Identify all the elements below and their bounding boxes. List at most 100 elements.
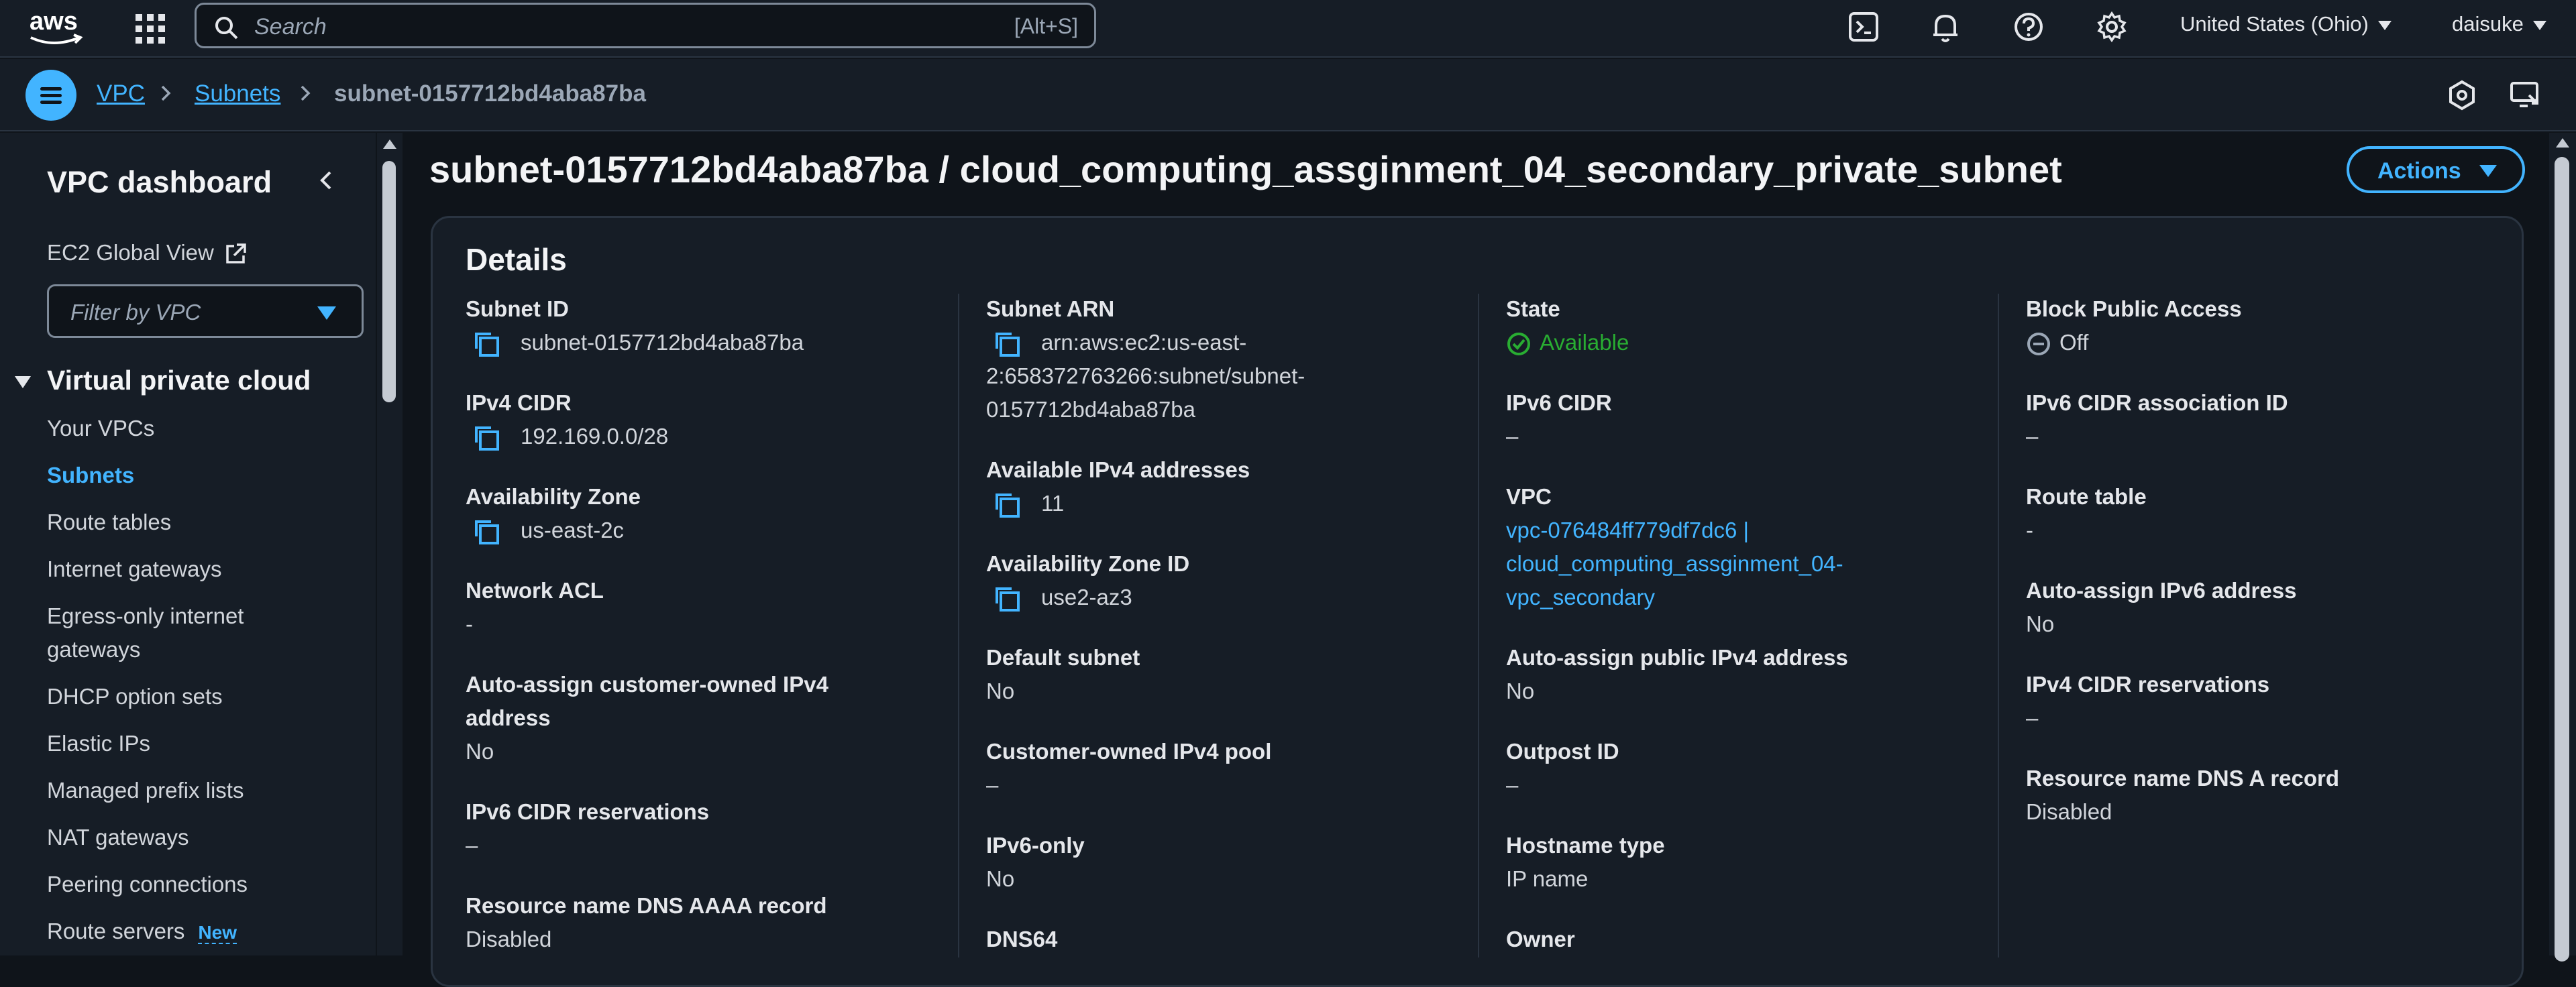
field-label: DNS64 bbox=[986, 927, 1058, 951]
bell-icon[interactable] bbox=[1928, 9, 1963, 44]
field-owner: Owner bbox=[1506, 923, 1989, 956]
scroll-up-arrow-icon[interactable] bbox=[2556, 138, 2569, 148]
section-label: Virtual private cloud bbox=[47, 365, 311, 396]
field-label: Default subnet bbox=[986, 645, 1140, 670]
field-value: IP name bbox=[1506, 866, 1589, 891]
chevron-left-icon[interactable] bbox=[315, 169, 338, 192]
copy-icon[interactable] bbox=[471, 516, 502, 547]
field-value: us-east-2c bbox=[521, 518, 625, 542]
screen-share-icon[interactable] bbox=[2508, 78, 2542, 113]
ec2-global-view-link[interactable]: EC2 Global View bbox=[47, 240, 248, 266]
field-value: 11 bbox=[1041, 491, 1065, 516]
field-value: – bbox=[2026, 705, 2039, 730]
copy-icon[interactable] bbox=[991, 583, 1022, 614]
field-availability-zone: Availability Zone us-east-2c bbox=[466, 480, 949, 547]
vpc-link[interactable]: vpc_secondary bbox=[1506, 581, 1989, 614]
aws-logo[interactable]: aws bbox=[27, 3, 87, 51]
copy-icon[interactable] bbox=[991, 489, 1022, 520]
field-ipv6-cidr: IPv6 CIDR – bbox=[1506, 386, 1989, 453]
sidebar-item-nat-gateways[interactable]: NAT gateways bbox=[47, 821, 342, 854]
actions-button[interactable]: Actions bbox=[2347, 146, 2525, 193]
cloudshell-icon[interactable] bbox=[1846, 9, 1881, 44]
user-menu[interactable]: daisuke bbox=[2452, 12, 2546, 36]
scroll-up-arrow-icon[interactable] bbox=[383, 139, 396, 149]
region-label: United States (Ohio) bbox=[2180, 12, 2369, 36]
sidebar-item-route-servers[interactable]: Route servers New bbox=[47, 915, 342, 949]
filter-placeholder: Filter by VPC bbox=[70, 300, 201, 325]
field-value: – bbox=[466, 833, 478, 858]
copy-icon[interactable] bbox=[991, 329, 1022, 359]
copy-icon[interactable] bbox=[471, 329, 502, 359]
sidebar-item-dhcp-option-sets[interactable]: DHCP option sets bbox=[47, 680, 342, 713]
field-value: subnet-0157712bd4aba87ba bbox=[521, 330, 804, 355]
sidebar-item-route-tables[interactable]: Route tables bbox=[47, 506, 342, 539]
sidebar-section-virtual-private-cloud[interactable]: Virtual private cloud bbox=[15, 365, 311, 396]
field-hostname-type: Hostname type IP name bbox=[1506, 829, 1989, 896]
sidebar-item-managed-prefix-lists[interactable]: Managed prefix lists bbox=[47, 774, 342, 807]
dropdown-caret-icon bbox=[2479, 165, 2497, 177]
top-navigation-bar: aws Search [Alt+S] United States (Ohio) … bbox=[0, 0, 2576, 58]
field-label: Subnet ARN bbox=[986, 296, 1115, 321]
field-label: VPC bbox=[1506, 484, 1552, 509]
search-placeholder: Search bbox=[254, 14, 327, 40]
field-value: 2:658372763266:subnet/subnet- bbox=[986, 363, 1305, 389]
field-available-ipv4: Available IPv4 addresses 11 bbox=[986, 453, 1469, 520]
field-state: State Available bbox=[1506, 292, 1989, 359]
sidebar-item-subnets[interactable]: Subnets bbox=[47, 459, 342, 492]
breadcrumb-current: subnet-0157712bd4aba87ba bbox=[334, 80, 646, 107]
user-label: daisuke bbox=[2452, 12, 2524, 36]
field-value: No bbox=[986, 679, 1015, 703]
search-icon bbox=[215, 17, 238, 40]
filter-by-vpc-select[interactable]: Filter by VPC bbox=[47, 284, 364, 338]
field-dns64: DNS64 bbox=[986, 923, 1469, 956]
sidebar-item-egress-only-internet-gateways[interactable]: Egress-only internet gateways bbox=[47, 599, 302, 666]
page-title: subnet-0157712bd4aba87ba / cloud_computi… bbox=[429, 148, 2062, 190]
region-selector[interactable]: United States (Ohio) bbox=[2180, 12, 2392, 36]
field-value: – bbox=[1506, 772, 1519, 797]
chevron-right-icon bbox=[301, 85, 311, 101]
sidebar-item-your-vpcs[interactable]: Your VPCs bbox=[47, 412, 342, 445]
help-icon[interactable] bbox=[2011, 9, 2046, 44]
field-value: No bbox=[2026, 612, 2055, 636]
copy-icon[interactable] bbox=[471, 422, 502, 453]
field-ipv6-only: IPv6-only No bbox=[986, 829, 1469, 896]
vpc-link[interactable]: vpc-076484ff779df7dc6 | bbox=[1506, 514, 1989, 547]
breadcrumb-bar: VPC Subnets subnet-0157712bd4aba87ba bbox=[0, 59, 2576, 131]
field-label: IPv6 CIDR reservations bbox=[466, 799, 710, 824]
sidebar-item-peering-connections[interactable]: Peering connections bbox=[47, 868, 342, 901]
field-customer-owned-pool: Customer-owned IPv4 pool – bbox=[986, 735, 1469, 802]
field-subnet-id: Subnet ID subnet-0157712bd4aba87ba bbox=[466, 292, 949, 359]
chevron-down-icon bbox=[2377, 20, 2392, 30]
settings-hexagon-icon[interactable] bbox=[2445, 78, 2479, 113]
sidebar-scrollbar-thumb[interactable] bbox=[382, 161, 396, 402]
breadcrumb-subnets[interactable]: Subnets bbox=[195, 80, 280, 107]
services-grid-icon[interactable] bbox=[133, 11, 168, 46]
field-label: Resource name DNS A record bbox=[2026, 766, 2340, 791]
search-input[interactable]: Search [Alt+S] bbox=[195, 3, 1096, 48]
sidebar-item-internet-gateways[interactable]: Internet gateways bbox=[47, 553, 342, 586]
field-value: No bbox=[986, 866, 1015, 891]
check-circle-icon bbox=[1507, 333, 1530, 356]
field-label: Available IPv4 addresses bbox=[986, 457, 1250, 482]
field-auto-assign-ipv6: Auto-assign IPv6 address No bbox=[2026, 574, 2509, 641]
field-auto-assign-public-ipv4: Auto-assign public IPv4 address No bbox=[1506, 641, 1989, 708]
field-value: arn:aws:ec2:us-east- bbox=[1041, 330, 1247, 355]
field-ipv6-cidr-association-id: IPv6 CIDR association ID – bbox=[2026, 386, 2509, 453]
field-label: IPv6 CIDR bbox=[1506, 390, 1612, 415]
sidebar-item-elastic-ips[interactable]: Elastic IPs bbox=[47, 727, 342, 760]
new-badge: New bbox=[198, 922, 237, 944]
field-label: Availability Zone bbox=[466, 484, 641, 509]
sidebar-title[interactable]: VPC dashboard bbox=[47, 165, 272, 200]
dropdown-caret-icon bbox=[317, 306, 336, 320]
chevron-right-icon bbox=[161, 85, 171, 101]
breadcrumb-vpc[interactable]: VPC bbox=[97, 80, 145, 107]
page-scrollbar-thumb[interactable] bbox=[2555, 157, 2569, 962]
vpc-link[interactable]: cloud_computing_assginment_04- bbox=[1506, 547, 1989, 581]
field-block-public-access: Block Public Access Off bbox=[2026, 292, 2509, 359]
field-label: Resource name DNS AAAA record bbox=[466, 893, 827, 918]
side-menu-toggle-button[interactable] bbox=[25, 70, 76, 121]
gear-icon[interactable] bbox=[2094, 9, 2129, 44]
search-shortcut: [Alt+S] bbox=[1014, 14, 1078, 38]
page-scrollbar[interactable] bbox=[2549, 133, 2576, 962]
field-value: Disabled bbox=[2026, 799, 2112, 824]
